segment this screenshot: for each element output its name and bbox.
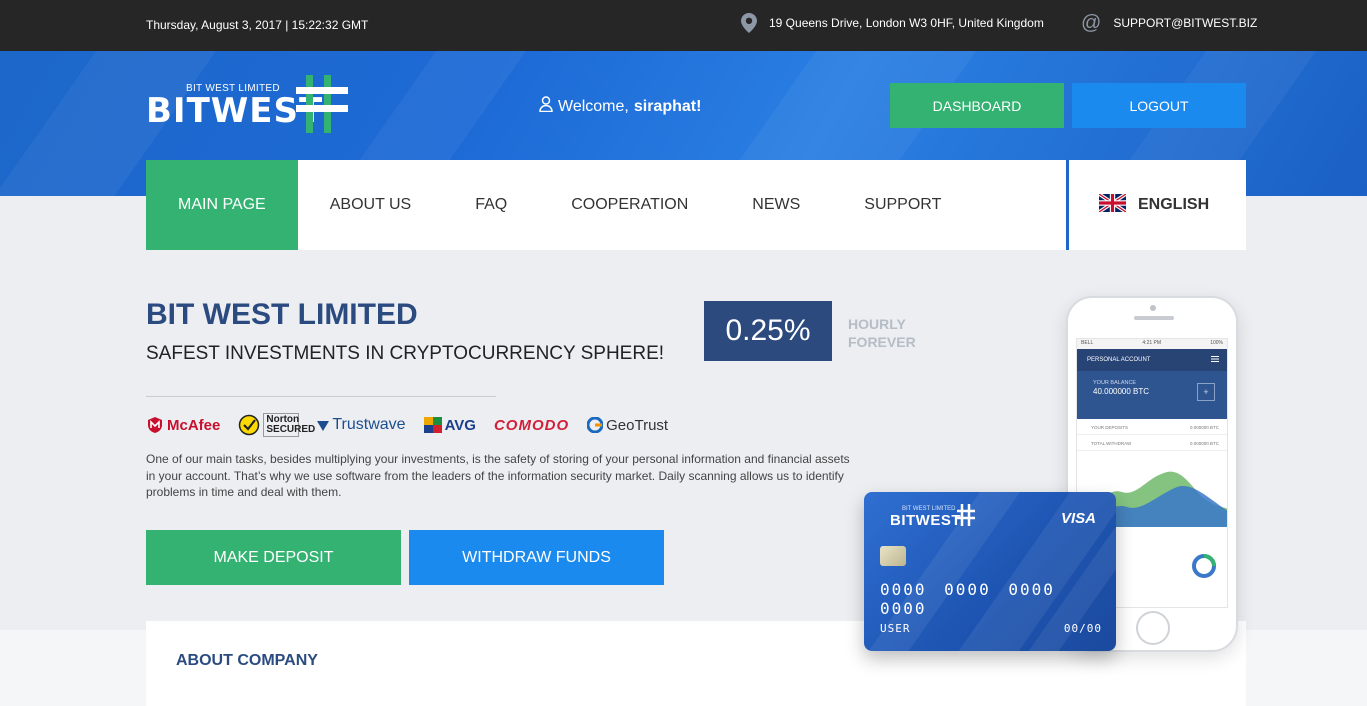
avg-logo: AVG (423, 416, 476, 434)
avg-text: AVG (444, 416, 476, 434)
about-title: ABOUT COMPANY (176, 652, 318, 669)
email-link[interactable]: SUPPORT@BITWEST.BIZ (1113, 16, 1257, 30)
norton-check-icon (239, 414, 260, 436)
welcome-message: Welcome, siraphat! (539, 96, 701, 117)
card-chip-icon (880, 546, 906, 566)
security-logos: McAfee Norton SECURED Trustwave AVG COMO… (146, 412, 668, 438)
bitwest-logo[interactable]: BIT WEST LIMITED BITWEST (146, 75, 356, 137)
plus-icon: + (1197, 383, 1215, 401)
phone-carrier: BELL (1081, 340, 1094, 346)
username: siraphat! (633, 97, 702, 115)
nav-cooperation[interactable]: COOPERATION (539, 160, 720, 250)
mcafee-shield-icon (148, 417, 162, 433)
card-number: 0000 0000 0000 0000 (880, 580, 1055, 618)
phone-account-header: PERSONAL ACCOUNT (1077, 349, 1227, 371)
phone-balance: YOUR BALANCE 40.000000 BTC + (1077, 371, 1227, 419)
hero-subtitle: SAFEST INVESTMENTS IN CRYPTOCURRENCY SPH… (146, 343, 665, 364)
top-bar: Thursday, August 3, 2017 | 15:22:32 GMT … (0, 0, 1367, 51)
card-brand-name: BITWEST (890, 512, 961, 529)
uk-flag-icon (1098, 192, 1127, 217)
norton-logo: Norton SECURED (238, 413, 315, 437)
nav-support[interactable]: SUPPORT (832, 160, 973, 250)
withdraw-funds-button[interactable]: WITHDRAW FUNDS (409, 530, 664, 585)
divider (146, 396, 496, 397)
phone-deposits-value: 0.000000 BTC (1189, 425, 1219, 430)
phone-withdraw-row: TOTAL WITHDRAW 0.000000 BTC (1077, 435, 1227, 451)
phone-camera (1150, 305, 1156, 311)
card-holder: USER (880, 622, 911, 635)
phone-balance-label: YOUR BALANCE (1093, 380, 1137, 386)
phone-balance-value: 40.000000 BTC (1093, 387, 1150, 396)
user-icon (539, 96, 553, 117)
comodo-logo: COMODO (494, 417, 569, 434)
at-sign-icon: @ (1081, 12, 1102, 34)
main-nav: MAIN PAGE ABOUT US FAQ COOPERATION NEWS … (146, 160, 1066, 250)
email-block[interactable]: @ SUPPORT@BITWEST.BIZ (1081, 13, 1257, 33)
hero-title: BIT WEST LIMITED (146, 298, 418, 331)
trustwave-icon (317, 421, 330, 431)
hero-description: One of our main tasks, besides multiplyi… (146, 452, 850, 499)
trustwave-text: Trustwave (332, 416, 406, 433)
nav-main-page[interactable]: MAIN PAGE (146, 160, 298, 250)
nav-news[interactable]: NEWS (720, 160, 832, 250)
logout-button[interactable]: LOGOUT (1072, 83, 1246, 128)
visa-card: BIT WEST LIMITED BITWEST VISA 0000 0000 … (864, 492, 1116, 651)
mcafee-logo: McAfee (146, 416, 220, 434)
rate-badge: 0.25% (704, 301, 832, 361)
phone-time: 4:21 PM (1142, 340, 1162, 346)
visa-logo: VISA (1060, 510, 1096, 527)
mcafee-text: McAfee (167, 416, 221, 434)
nav-faq[interactable]: FAQ (443, 160, 539, 250)
address-text: 19 Queens Drive, London W3 0HF, United K… (769, 16, 1044, 30)
phone-speaker (1134, 316, 1174, 320)
address-block: 19 Queens Drive, London W3 0HF, United K… (741, 13, 1044, 33)
make-deposit-button[interactable]: MAKE DEPOSIT (146, 530, 401, 585)
hash-logo-icon (292, 75, 350, 140)
phone-withdraw-value: 0.000000 BTC (1189, 441, 1219, 446)
phone-home-button (1136, 611, 1170, 645)
rate-line-forever: FOREVER (848, 334, 916, 350)
phone-account-label: PERSONAL ACCOUNT (1087, 357, 1151, 363)
hamburger-menu-icon (1211, 356, 1219, 364)
card-hash-icon (956, 504, 976, 531)
norton-text: Norton SECURED (263, 413, 315, 437)
dashboard-button[interactable]: DASHBOARD (890, 83, 1064, 128)
language-selector[interactable]: ENGLISH (1066, 160, 1246, 250)
geotrust-icon (587, 417, 604, 433)
nav-about-us[interactable]: ABOUT US (298, 160, 444, 250)
comodo-text: COMODO (493, 416, 570, 434)
phone-status-bar: BELL 4:21 PM 100% (1077, 339, 1227, 349)
phone-donut-icon (1192, 554, 1216, 578)
phone-deposits-label: YOUR DEPOSITS (1091, 425, 1129, 430)
welcome-prefix: Welcome, (558, 97, 629, 115)
geotrust-text: GeoTrust (606, 416, 669, 434)
current-datetime: Thursday, August 3, 2017 | 15:22:32 GMT (146, 18, 369, 32)
rate-line-hourly: HOURLY (848, 316, 906, 332)
card-expiry: 00/00 (1063, 622, 1102, 635)
phone-deposits-row: YOUR DEPOSITS 0.000000 BTC (1077, 419, 1227, 435)
phone-battery: 100% (1210, 340, 1223, 346)
language-label: ENGLISH (1138, 196, 1210, 213)
geotrust-logo: GeoTrust (587, 417, 668, 434)
trustwave-logo: Trustwave (317, 416, 406, 434)
map-pin-icon (741, 13, 757, 33)
avg-icon (423, 417, 442, 433)
phone-withdraw-label: TOTAL WITHDRAW (1091, 441, 1132, 446)
rate-label: HOURLY FOREVER (848, 315, 916, 351)
